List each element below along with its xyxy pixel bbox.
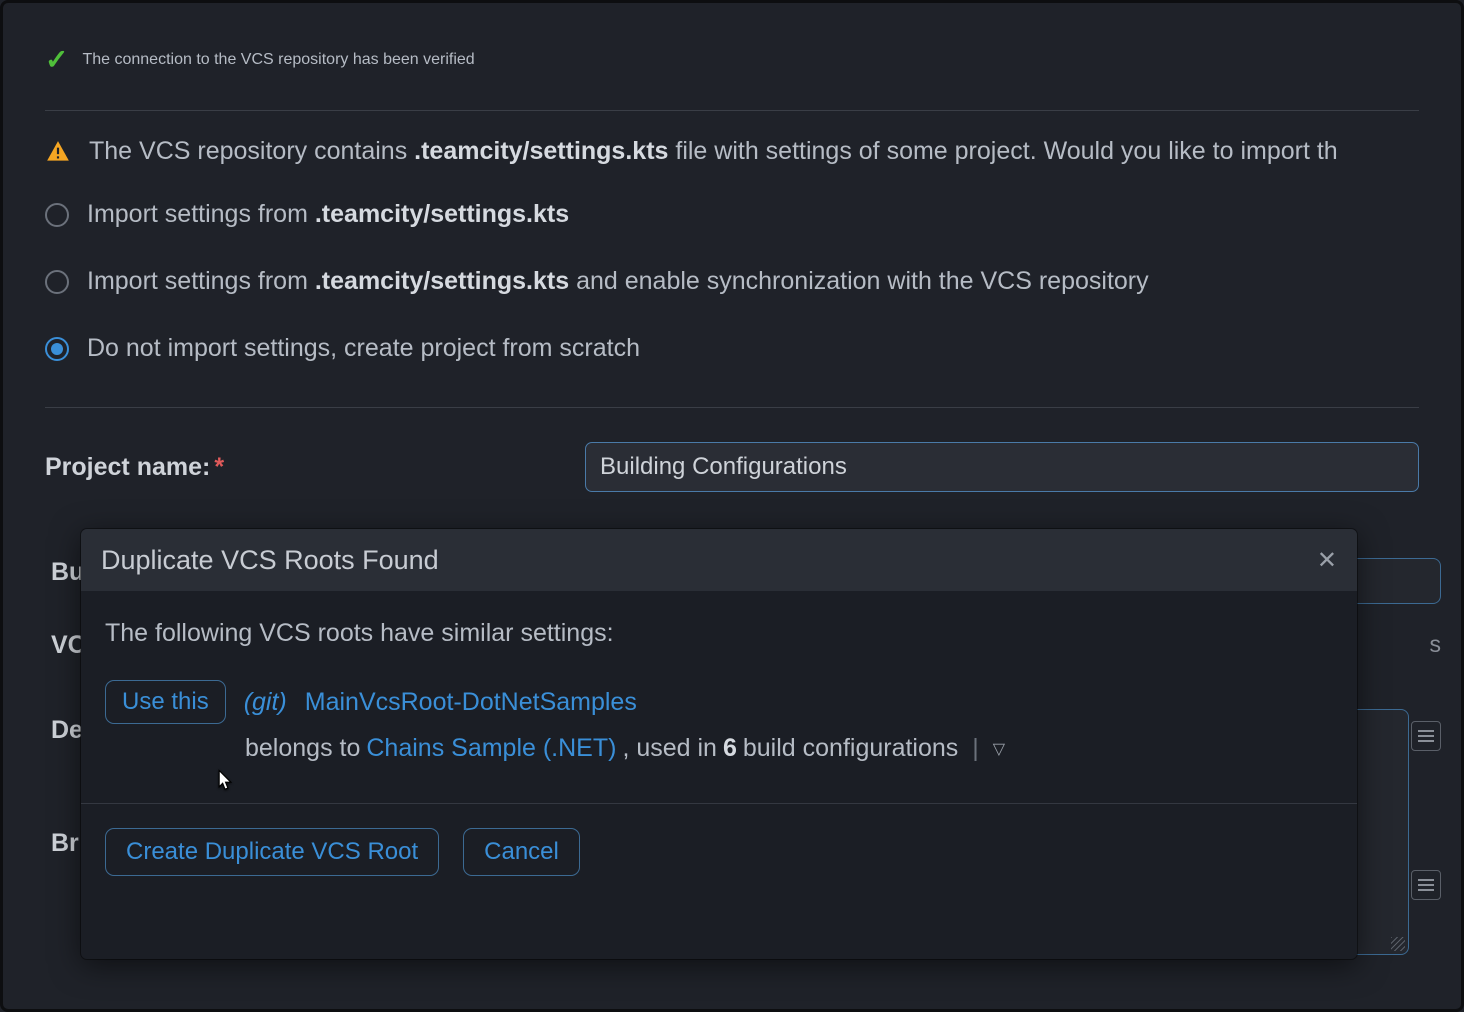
radio-icon bbox=[45, 337, 69, 361]
modal-title: Duplicate VCS Roots Found bbox=[101, 545, 439, 576]
success-text: The connection to the VCS repository has… bbox=[82, 51, 474, 69]
duplicate-vcs-modal: Duplicate VCS Roots Found ✕ The followin… bbox=[81, 529, 1357, 959]
modal-footer: Create Duplicate VCS Root Cancel bbox=[81, 803, 1357, 900]
vcs-root-suggestion: Use this (git) MainVcsRoot-DotNetSamples… bbox=[105, 680, 1333, 763]
resize-grip-icon[interactable] bbox=[1391, 937, 1405, 951]
create-duplicate-button[interactable]: Create Duplicate VCS Root bbox=[105, 828, 439, 876]
truncated-label: Br bbox=[51, 829, 79, 858]
details-icon[interactable] bbox=[1411, 721, 1441, 751]
truncated-label: Bu bbox=[51, 558, 84, 587]
project-name-row: Project name:* bbox=[45, 442, 1419, 492]
import-option-1[interactable]: Import settings from .teamcity/settings.… bbox=[45, 200, 1419, 229]
details-icon[interactable] bbox=[1411, 870, 1441, 900]
import-option-3[interactable]: Do not import settings, create project f… bbox=[45, 334, 1419, 363]
vcs-root-details: belongs to Chains Sample (.NET), used in… bbox=[105, 734, 1333, 763]
option-label: Do not import settings, create project f… bbox=[87, 334, 640, 363]
vcs-type-tag: (git) bbox=[244, 688, 287, 717]
project-link[interactable]: Chains Sample (.NET) bbox=[366, 734, 616, 763]
radio-icon bbox=[45, 270, 69, 294]
radio-icon bbox=[45, 203, 69, 227]
divider bbox=[45, 407, 1419, 408]
project-name-label: Project name:* bbox=[45, 453, 585, 482]
modal-header: Duplicate VCS Roots Found ✕ bbox=[81, 529, 1357, 591]
modal-intro: The following VCS roots have similar set… bbox=[105, 619, 1333, 648]
import-options: Import settings from .teamcity/settings.… bbox=[45, 200, 1419, 363]
vcs-success-banner: ✓ The connection to the VCS repository h… bbox=[45, 43, 1419, 76]
project-name-input[interactable] bbox=[585, 442, 1419, 492]
import-option-2[interactable]: Import settings from .teamcity/settings.… bbox=[45, 267, 1419, 296]
close-icon[interactable]: ✕ bbox=[1317, 546, 1337, 575]
truncated-label: De bbox=[51, 716, 83, 745]
cancel-button[interactable]: Cancel bbox=[463, 828, 580, 876]
cursor-icon bbox=[211, 767, 239, 795]
warning-text: The VCS repository contains .teamcity/se… bbox=[89, 137, 1338, 166]
chevron-down-icon[interactable]: ▽ bbox=[993, 739, 1005, 759]
warning-icon bbox=[45, 139, 71, 165]
option-label: Import settings from .teamcity/settings.… bbox=[87, 200, 569, 229]
divider bbox=[45, 110, 1419, 111]
option-label: Import settings from .teamcity/settings.… bbox=[87, 267, 1149, 296]
use-this-button[interactable]: Use this bbox=[105, 680, 226, 724]
vcs-root-link[interactable]: MainVcsRoot-DotNetSamples bbox=[305, 688, 637, 717]
check-icon: ✓ bbox=[45, 43, 68, 76]
import-warning: The VCS repository contains .teamcity/se… bbox=[45, 137, 1419, 166]
